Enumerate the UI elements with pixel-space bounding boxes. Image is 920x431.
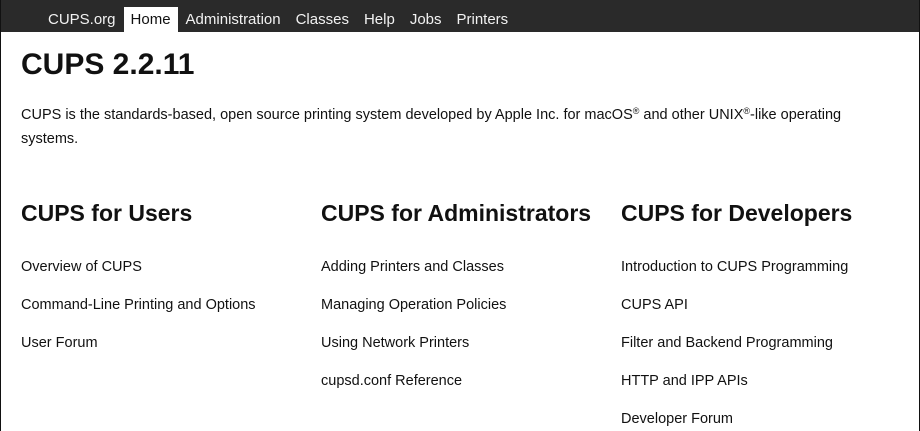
intro-paragraph: CUPS is the standards-based, open source… <box>21 103 901 151</box>
list-item: Overview of CUPS <box>21 255 256 293</box>
nav-item-administration[interactable]: Administration <box>179 7 288 32</box>
developers-section: CUPS for Developers Introduction to CUPS… <box>621 200 853 427</box>
nav-item-printers[interactable]: Printers <box>450 7 516 32</box>
list-item: Adding Printers and Classes <box>321 255 506 293</box>
users-link-list: Overview of CUPS Command-Line Printing a… <box>21 255 256 369</box>
link-adding-printers-classes[interactable]: Adding Printers and Classes <box>321 259 504 275</box>
top-navigation-bar: CUPS.org Home Administration Classes Hel… <box>1 0 919 32</box>
list-item: Filter and Backend Programming <box>621 331 848 369</box>
intro-text-part1: CUPS is the standards-based, open source… <box>21 107 633 123</box>
link-cups-api[interactable]: CUPS API <box>621 297 688 313</box>
link-overview-of-cups[interactable]: Overview of CUPS <box>21 259 142 275</box>
list-item: Introduction to CUPS Programming <box>621 255 848 293</box>
users-heading: CUPS for Users <box>21 200 193 226</box>
nav-item-home[interactable]: Home <box>123 7 178 32</box>
link-using-network-printers[interactable]: Using Network Printers <box>321 335 469 351</box>
link-command-line-printing[interactable]: Command-Line Printing and Options <box>21 297 256 313</box>
list-item: CUPS API <box>621 293 848 331</box>
list-item: Command-Line Printing and Options <box>21 293 256 331</box>
administrators-section: CUPS for Administrators Adding Printers … <box>321 200 592 389</box>
list-item: HTTP and IPP APIs <box>621 369 848 407</box>
link-filter-backend-programming[interactable]: Filter and Backend Programming <box>621 335 833 351</box>
developers-heading: CUPS for Developers <box>621 200 853 226</box>
link-cupsd-conf-reference[interactable]: cupsd.conf Reference <box>321 373 462 389</box>
users-section: CUPS for Users Overview of CUPS Command-… <box>21 200 256 351</box>
developers-link-list: Introduction to CUPS Programming CUPS AP… <box>621 255 848 431</box>
link-intro-cups-programming[interactable]: Introduction to CUPS Programming <box>621 259 848 275</box>
link-developer-forum[interactable]: Developer Forum <box>621 411 733 427</box>
link-managing-operation-policies[interactable]: Managing Operation Policies <box>321 297 506 313</box>
administrators-heading: CUPS for Administrators <box>321 200 592 226</box>
nav-item-help[interactable]: Help <box>357 7 402 32</box>
nav-item-classes[interactable]: Classes <box>289 7 356 32</box>
nav-item-jobs[interactable]: Jobs <box>403 7 449 32</box>
list-item: Managing Operation Policies <box>321 293 506 331</box>
list-item: Using Network Printers <box>321 331 506 369</box>
list-item: Developer Forum <box>621 407 848 431</box>
administrators-link-list: Adding Printers and Classes Managing Ope… <box>321 255 506 407</box>
browser-page: CUPS.org Home Administration Classes Hel… <box>0 0 920 431</box>
intro-text-part2: and other UNIX <box>639 107 744 123</box>
list-item: User Forum <box>21 331 256 369</box>
link-user-forum[interactable]: User Forum <box>21 335 98 351</box>
nav-item-cups-org[interactable]: CUPS.org <box>41 7 123 32</box>
page-title: CUPS 2.2.11 <box>21 48 195 81</box>
list-item: cupsd.conf Reference <box>321 369 506 407</box>
link-http-ipp-apis[interactable]: HTTP and IPP APIs <box>621 373 748 389</box>
